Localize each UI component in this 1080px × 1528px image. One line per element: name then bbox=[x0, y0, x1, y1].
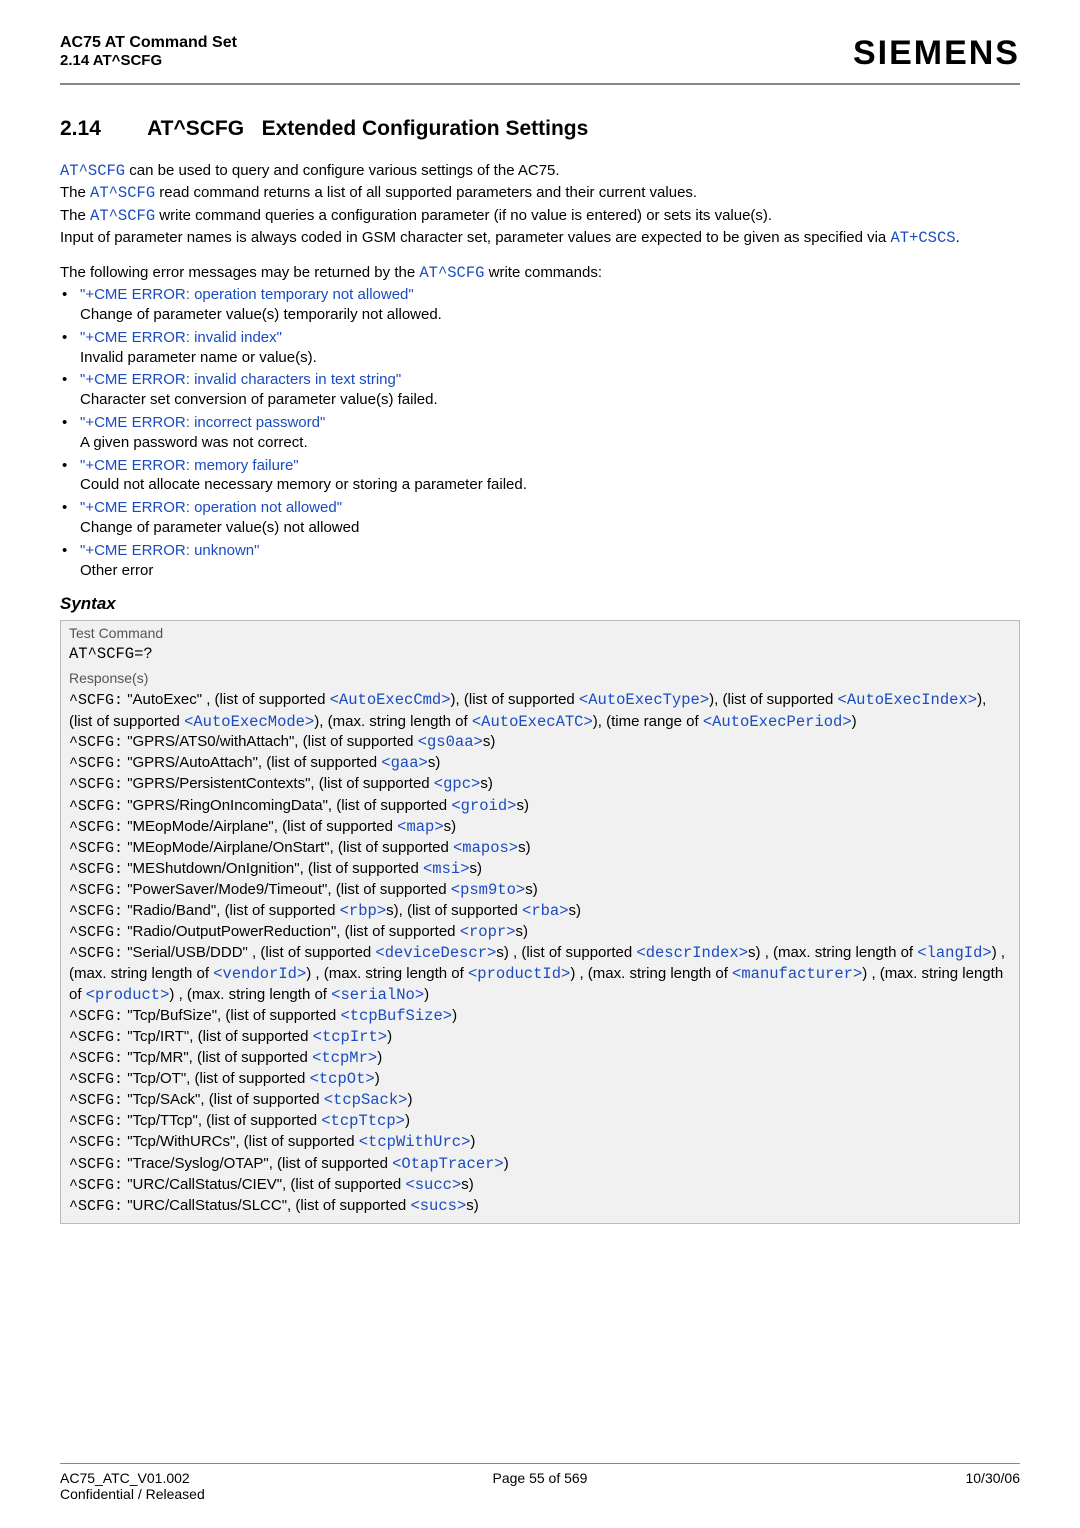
section-heading: 2.14 AT^SCFG Extended Configuration Sett… bbox=[60, 117, 1020, 141]
param-link[interactable]: <AutoExecType> bbox=[579, 691, 709, 709]
error-link[interactable]: "+CME ERROR: invalid characters in text … bbox=[80, 371, 401, 388]
section-number: 2.14 bbox=[60, 117, 142, 141]
param-link[interactable]: <tcpSack> bbox=[324, 1091, 408, 1109]
error-desc: Invalid parameter name or value(s). bbox=[80, 349, 317, 366]
param-link[interactable]: <groid> bbox=[451, 797, 516, 815]
param-link[interactable]: <AutoExecPeriod> bbox=[703, 713, 852, 731]
error-link[interactable]: "+CME ERROR: operation temporary not all… bbox=[80, 286, 414, 303]
page-footer: AC75_ATC_V01.002 Confidential / Released… bbox=[60, 1463, 1020, 1502]
syntax-box: Test Command AT^SCFG=? Response(s) ^SCFG… bbox=[60, 620, 1020, 1223]
link-atscfg-write[interactable]: AT^SCFG bbox=[90, 207, 155, 225]
param-link[interactable]: <langId> bbox=[917, 944, 991, 962]
param-link[interactable]: <manufacturer> bbox=[732, 965, 862, 983]
param-link[interactable]: <tcpMr> bbox=[312, 1049, 377, 1067]
link-atscfg-err[interactable]: AT^SCFG bbox=[419, 264, 484, 282]
param-link[interactable]: <vendorId> bbox=[213, 965, 306, 983]
param-link[interactable]: <psm9to> bbox=[451, 881, 525, 899]
link-atscfg[interactable]: AT^SCFG bbox=[60, 162, 125, 180]
param-link[interactable]: <tcpOt> bbox=[310, 1070, 375, 1088]
list-item: "+CME ERROR: unknown" Other error bbox=[60, 541, 1020, 581]
doc-title: AC75 AT Command Set bbox=[60, 34, 237, 52]
link-atscfg-read[interactable]: AT^SCFG bbox=[90, 184, 155, 202]
brand-logo: SIEMENS bbox=[853, 34, 1020, 73]
param-link[interactable]: <AutoExecATC> bbox=[472, 713, 593, 731]
param-link[interactable]: <AutoExecCmd> bbox=[330, 691, 451, 709]
error-link[interactable]: "+CME ERROR: invalid index" bbox=[80, 329, 282, 346]
param-link[interactable]: <tcpWithUrc> bbox=[359, 1133, 471, 1151]
param-link[interactable]: <gpc> bbox=[434, 775, 481, 793]
param-link[interactable]: <rba> bbox=[522, 902, 569, 920]
list-item: "+CME ERROR: invalid characters in text … bbox=[60, 370, 1020, 410]
list-item: "+CME ERROR: operation not allowed" Chan… bbox=[60, 498, 1020, 538]
param-link[interactable]: <gs0aa> bbox=[418, 733, 483, 751]
error-link[interactable]: "+CME ERROR: incorrect password" bbox=[80, 414, 325, 431]
footer-page: Page 55 of 569 bbox=[382, 1470, 699, 1502]
error-desc: Change of parameter value(s) temporarily… bbox=[80, 306, 442, 323]
error-desc: Change of parameter value(s) not allowed bbox=[80, 519, 359, 536]
param-link[interactable]: <tcpBufSize> bbox=[340, 1007, 452, 1025]
param-link[interactable]: <map> bbox=[397, 818, 444, 836]
footer-date: 10/30/06 bbox=[703, 1470, 1020, 1502]
test-command-label: Test Command bbox=[61, 621, 1019, 643]
error-desc: A given password was not correct. bbox=[80, 434, 308, 451]
error-intro: The following error messages may be retu… bbox=[60, 263, 1020, 283]
list-item: "+CME ERROR: incorrect password" A given… bbox=[60, 413, 1020, 453]
error-link[interactable]: "+CME ERROR: operation not allowed" bbox=[80, 499, 342, 516]
intro-paragraph: AT^SCFG can be used to query and configu… bbox=[60, 161, 1020, 249]
param-link[interactable]: <rbp> bbox=[340, 902, 387, 920]
param-link[interactable]: <msi> bbox=[423, 860, 470, 878]
param-link[interactable]: <succ> bbox=[405, 1176, 461, 1194]
response-label: Response(s) bbox=[61, 666, 1019, 688]
test-command: AT^SCFG=? bbox=[61, 643, 1019, 666]
list-item: "+CME ERROR: invalid index" Invalid para… bbox=[60, 328, 1020, 368]
param-link[interactable]: <tcpIrt> bbox=[313, 1028, 387, 1046]
syntax-heading: Syntax bbox=[60, 594, 1020, 614]
param-link[interactable]: <gaa> bbox=[381, 754, 428, 772]
param-link[interactable]: <productId> bbox=[468, 965, 570, 983]
error-list: "+CME ERROR: operation temporary not all… bbox=[60, 285, 1020, 580]
error-link[interactable]: "+CME ERROR: memory failure" bbox=[80, 457, 299, 474]
error-desc: Could not allocate necessary memory or s… bbox=[80, 476, 527, 493]
response-body: ^SCFG: "AutoExec" , (list of supported <… bbox=[61, 688, 1019, 1222]
list-item: "+CME ERROR: operation temporary not all… bbox=[60, 285, 1020, 325]
param-link[interactable]: <deviceDescr> bbox=[375, 944, 496, 962]
param-link[interactable]: <tcpTtcp> bbox=[321, 1112, 405, 1130]
link-atcscs[interactable]: AT+CSCS bbox=[890, 229, 955, 247]
error-desc: Character set conversion of parameter va… bbox=[80, 391, 438, 408]
section-cmd: AT^SCFG bbox=[147, 117, 244, 140]
section-ref: 2.14 AT^SCFG bbox=[60, 52, 237, 69]
param-link[interactable]: <mapos> bbox=[453, 839, 518, 857]
error-link[interactable]: "+CME ERROR: unknown" bbox=[80, 542, 259, 559]
param-link[interactable]: <AutoExecMode> bbox=[184, 713, 314, 731]
error-desc: Other error bbox=[80, 562, 153, 579]
param-link[interactable]: <AutoExecIndex> bbox=[838, 691, 978, 709]
footer-confidential: Confidential / Released bbox=[60, 1486, 377, 1502]
param-link[interactable]: <ropr> bbox=[460, 923, 516, 941]
page-header: AC75 AT Command Set 2.14 AT^SCFG SIEMENS bbox=[60, 34, 1020, 85]
section-title-text: Extended Configuration Settings bbox=[262, 117, 589, 140]
param-link[interactable]: <OtapTracer> bbox=[392, 1155, 504, 1173]
list-item: "+CME ERROR: memory failure" Could not a… bbox=[60, 456, 1020, 496]
param-link[interactable]: <product> bbox=[86, 986, 170, 1004]
footer-version: AC75_ATC_V01.002 bbox=[60, 1470, 377, 1486]
param-link[interactable]: <sucs> bbox=[410, 1197, 466, 1215]
param-link[interactable]: <descrIndex> bbox=[636, 944, 748, 962]
param-link[interactable]: <serialNo> bbox=[331, 986, 424, 1004]
